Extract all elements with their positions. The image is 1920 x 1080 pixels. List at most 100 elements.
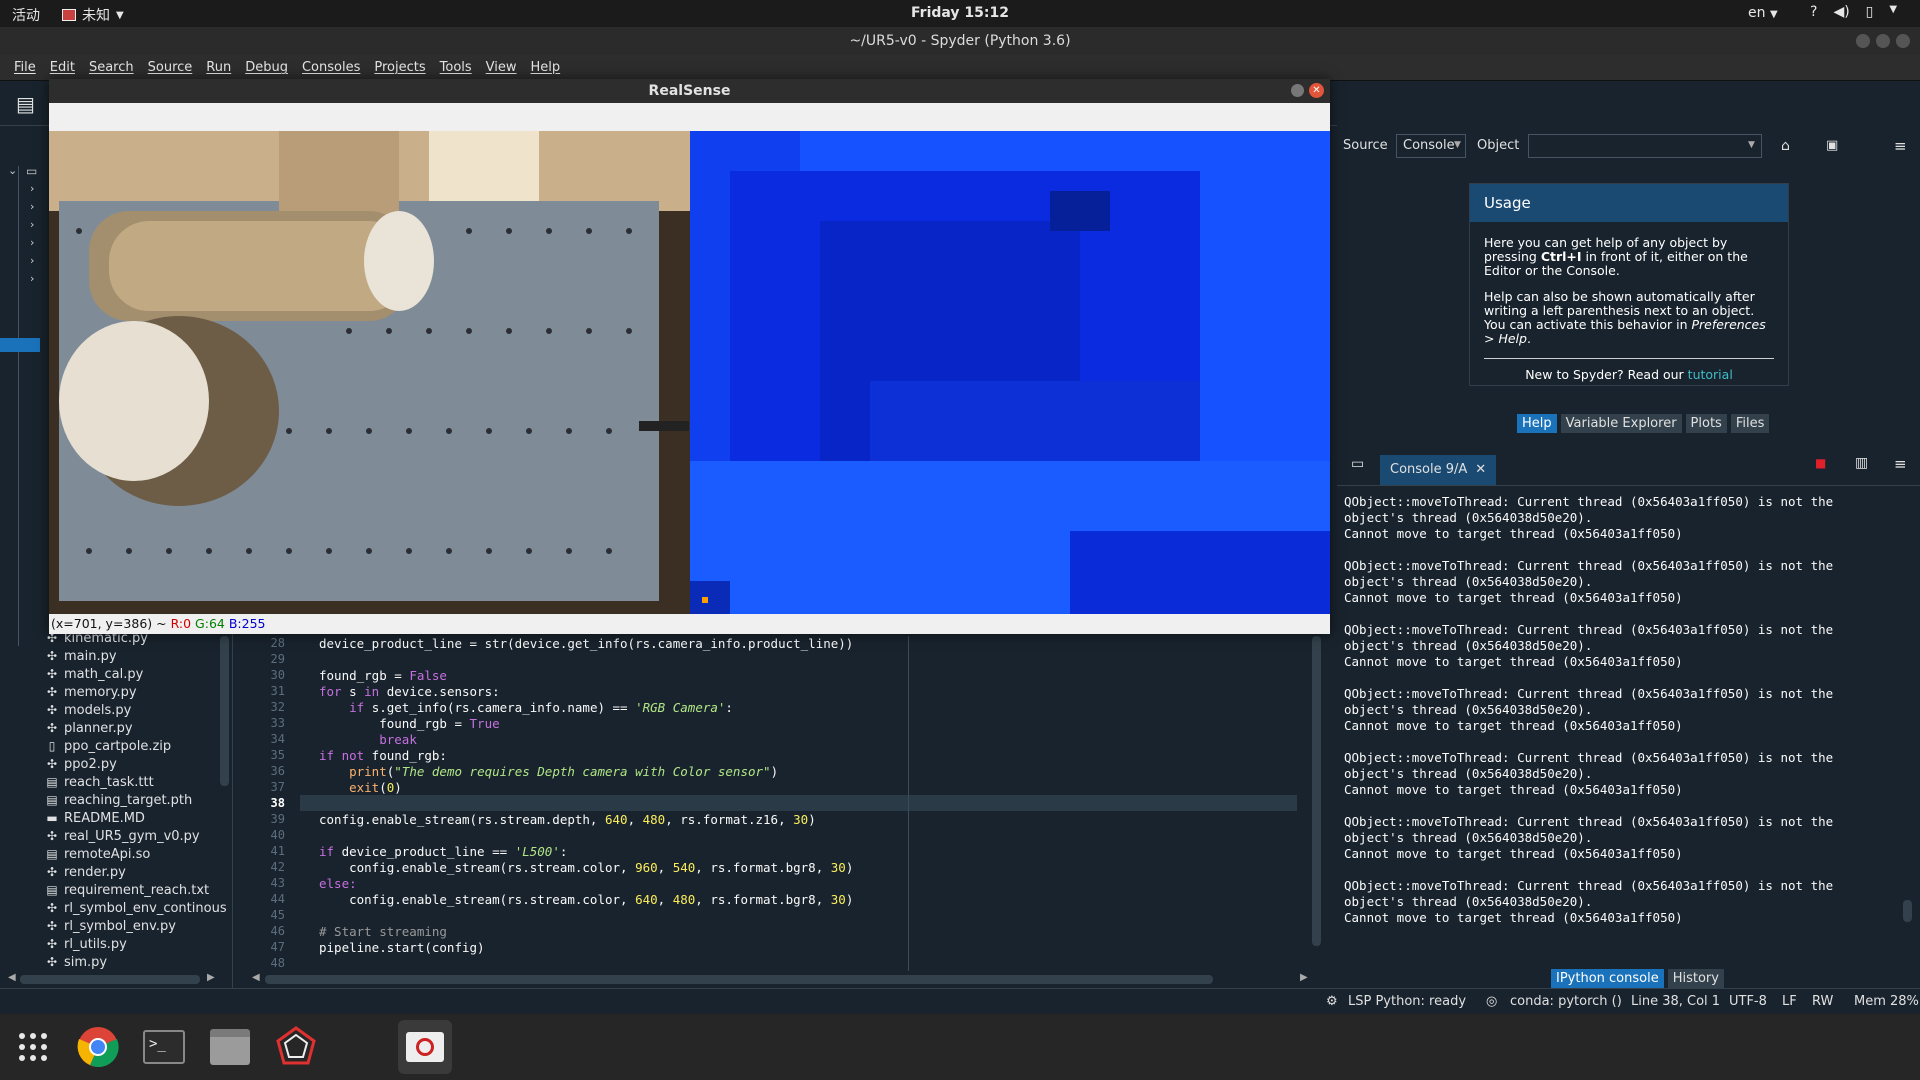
file-item-ppo-cartpole[interactable]: ▯ ppo_cartpole.zip — [46, 737, 171, 755]
menu-search[interactable]: Search — [89, 60, 134, 75]
stop-icon[interactable]: ■ — [1815, 456, 1826, 470]
trash-icon[interactable]: ▥ — [1855, 455, 1868, 471]
app-grid-icon[interactable] — [6, 1020, 60, 1074]
clock[interactable]: Friday 15:12 — [0, 5, 1920, 21]
menu-tools[interactable]: Tools — [440, 60, 472, 75]
editor-vscroll[interactable] — [1312, 636, 1321, 946]
window-title: ~/UR5-v0 - Spyder (Python 3.6) — [849, 33, 1071, 49]
file-item-requirement[interactable]: ▤ requirement_reach.txt — [46, 881, 209, 899]
code-line: if s.get_info(rs.camera_info.name) == 'R… — [349, 700, 733, 715]
chevron-right-icon[interactable]: ▶ — [1300, 972, 1308, 983]
line-number: 46 — [270, 924, 285, 938]
chevron-right-icon[interactable]: › — [30, 218, 34, 231]
console-line: object's thread (0x564038d50e20). — [1344, 894, 1593, 909]
chevron-right-icon[interactable]: › — [30, 182, 34, 195]
console-line: object's thread (0x564038d50e20). — [1344, 574, 1593, 589]
file-item-reaching-target[interactable]: ▤ reaching_target.pth — [46, 791, 192, 809]
system-tray[interactable]: ? ◀) ▯ ▼ — [1810, 4, 1897, 20]
terminal-icon[interactable]: >_ — [137, 1020, 191, 1074]
realsense-viewer-icon[interactable] — [398, 1020, 452, 1074]
menu-debug[interactable]: Debug — [245, 60, 288, 75]
browse-tabs-icon[interactable]: ▭ — [1351, 456, 1364, 472]
file-explorer-hscroll[interactable] — [20, 975, 200, 984]
file-item-main[interactable]: ✣ main.py — [46, 647, 117, 665]
file-item-real-ur5[interactable]: ✣ real_UR5_gym_v0.py — [46, 827, 200, 845]
file-item-render[interactable]: ✣ render.py — [46, 863, 126, 881]
usage-panel: Usage Here you can get help of any objec… — [1469, 183, 1789, 386]
chevron-right-icon[interactable]: › — [30, 254, 34, 267]
language-label: en — [1748, 5, 1766, 21]
file-item-memory[interactable]: ✣ memory.py — [46, 683, 137, 701]
file-item-math-cal[interactable]: ✣ math_cal.py — [46, 665, 143, 683]
tab-plots[interactable]: Plots — [1685, 414, 1727, 433]
pixel-coordinates: (x=701, y=386) ~ — [51, 616, 171, 631]
console-line: QObject::moveToThread: Current thread (0… — [1344, 494, 1834, 509]
editor-hscroll[interactable] — [265, 975, 1213, 984]
console-tab[interactable]: Console 9/A ✕ — [1380, 455, 1497, 485]
file-item-rl-symbol-env[interactable]: ✣ rl_symbol_env.py — [46, 917, 176, 935]
code-line: break — [379, 732, 417, 747]
tab-history[interactable]: History — [1667, 969, 1724, 988]
files-icon[interactable] — [203, 1020, 257, 1074]
python-file-icon: ✣ — [46, 919, 58, 933]
menu-projects[interactable]: Projects — [374, 60, 425, 75]
chevron-right-icon[interactable]: › — [30, 200, 34, 213]
file-item-ppo2[interactable]: ✣ ppo2.py — [46, 755, 117, 773]
home-icon[interactable]: ⌂ — [1781, 138, 1790, 154]
new-file-icon[interactable]: ▤ — [16, 92, 35, 116]
conda-env-status[interactable]: conda: pytorch () — [1510, 994, 1622, 1009]
tab-help[interactable]: Help — [1517, 414, 1557, 433]
close-tab-icon[interactable]: ✕ — [1475, 462, 1486, 477]
lock-icon[interactable]: ▣ — [1826, 138, 1838, 153]
chevron-left-icon[interactable]: ◀ — [252, 972, 260, 983]
usage-body: Here you can get help of any object by p… — [1484, 235, 1766, 346]
network-app-icon[interactable] — [269, 1020, 323, 1074]
lsp-icon: ⚙ — [1326, 994, 1338, 1009]
python-file-icon: ✣ — [46, 721, 58, 735]
maximize-button[interactable] — [1876, 34, 1890, 48]
chevron-left-icon[interactable]: ◀ — [8, 972, 16, 983]
file-explorer-vscroll[interactable] — [220, 636, 229, 786]
file-item-readme[interactable]: ▬ README.MD — [46, 809, 145, 827]
file-item-reach-task[interactable]: ▤ reach_task.ttt — [46, 773, 153, 791]
file-item-sim[interactable]: ✣ sim.py — [46, 953, 107, 971]
tab-ipython-console[interactable]: IPython console — [1551, 969, 1664, 988]
chrome-icon[interactable] — [71, 1020, 125, 1074]
chevron-right-icon[interactable]: › — [30, 272, 34, 285]
menu-file[interactable]: File — [14, 60, 36, 75]
close-button[interactable]: ✕ — [1309, 83, 1324, 98]
tab-variable-explorer[interactable]: Variable Explorer — [1560, 414, 1682, 433]
chevron-down-icon[interactable]: ⌄ — [8, 164, 17, 177]
file-icon: ▯ — [48, 739, 56, 753]
chevron-right-icon[interactable]: ▶ — [207, 972, 215, 983]
options-menu-icon[interactable]: ≡ — [1894, 455, 1907, 473]
file-item-rl-symbol-cont[interactable]: ✣ rl_symbol_env_continous — [46, 899, 227, 917]
options-menu-icon[interactable]: ≡ — [1894, 137, 1907, 155]
menu-help[interactable]: Help — [531, 60, 561, 75]
console-line: Cannot move to target thread (0x56403a1f… — [1344, 718, 1683, 733]
tutorial-link[interactable]: tutorial — [1688, 367, 1733, 382]
console-vscroll[interactable] — [1903, 900, 1912, 922]
menu-run[interactable]: Run — [206, 60, 231, 75]
menu-consoles[interactable]: Consoles — [302, 60, 360, 75]
menu-source[interactable]: Source — [148, 60, 193, 75]
chevron-right-icon[interactable]: › — [30, 236, 34, 249]
tab-files[interactable]: Files — [1730, 414, 1770, 433]
file-name: rl_symbol_env_continous — [64, 900, 227, 916]
menu-view[interactable]: View — [486, 60, 517, 75]
file-item-remoteapi[interactable]: ▤ remoteApi.so — [46, 845, 150, 863]
console-line: QObject::moveToThread: Current thread (0… — [1344, 622, 1834, 637]
file-item-models[interactable]: ✣ models.py — [46, 701, 131, 719]
file-name: memory.py — [64, 684, 137, 700]
minimize-button[interactable] — [1856, 34, 1870, 48]
close-button[interactable] — [1896, 34, 1910, 48]
lsp-status[interactable]: LSP Python: ready — [1348, 994, 1466, 1009]
file-item-planner[interactable]: ✣ planner.py — [46, 719, 133, 737]
file-item-rl-utils[interactable]: ✣ rl_utils.py — [46, 935, 127, 953]
menu-edit[interactable]: Edit — [50, 60, 75, 75]
language-indicator[interactable]: en ▼ — [1748, 5, 1778, 21]
minimize-button[interactable] — [1291, 84, 1304, 97]
code-line: config.enable_stream(rs.stream.color, 96… — [319, 860, 854, 875]
object-combo[interactable] — [1528, 134, 1762, 158]
